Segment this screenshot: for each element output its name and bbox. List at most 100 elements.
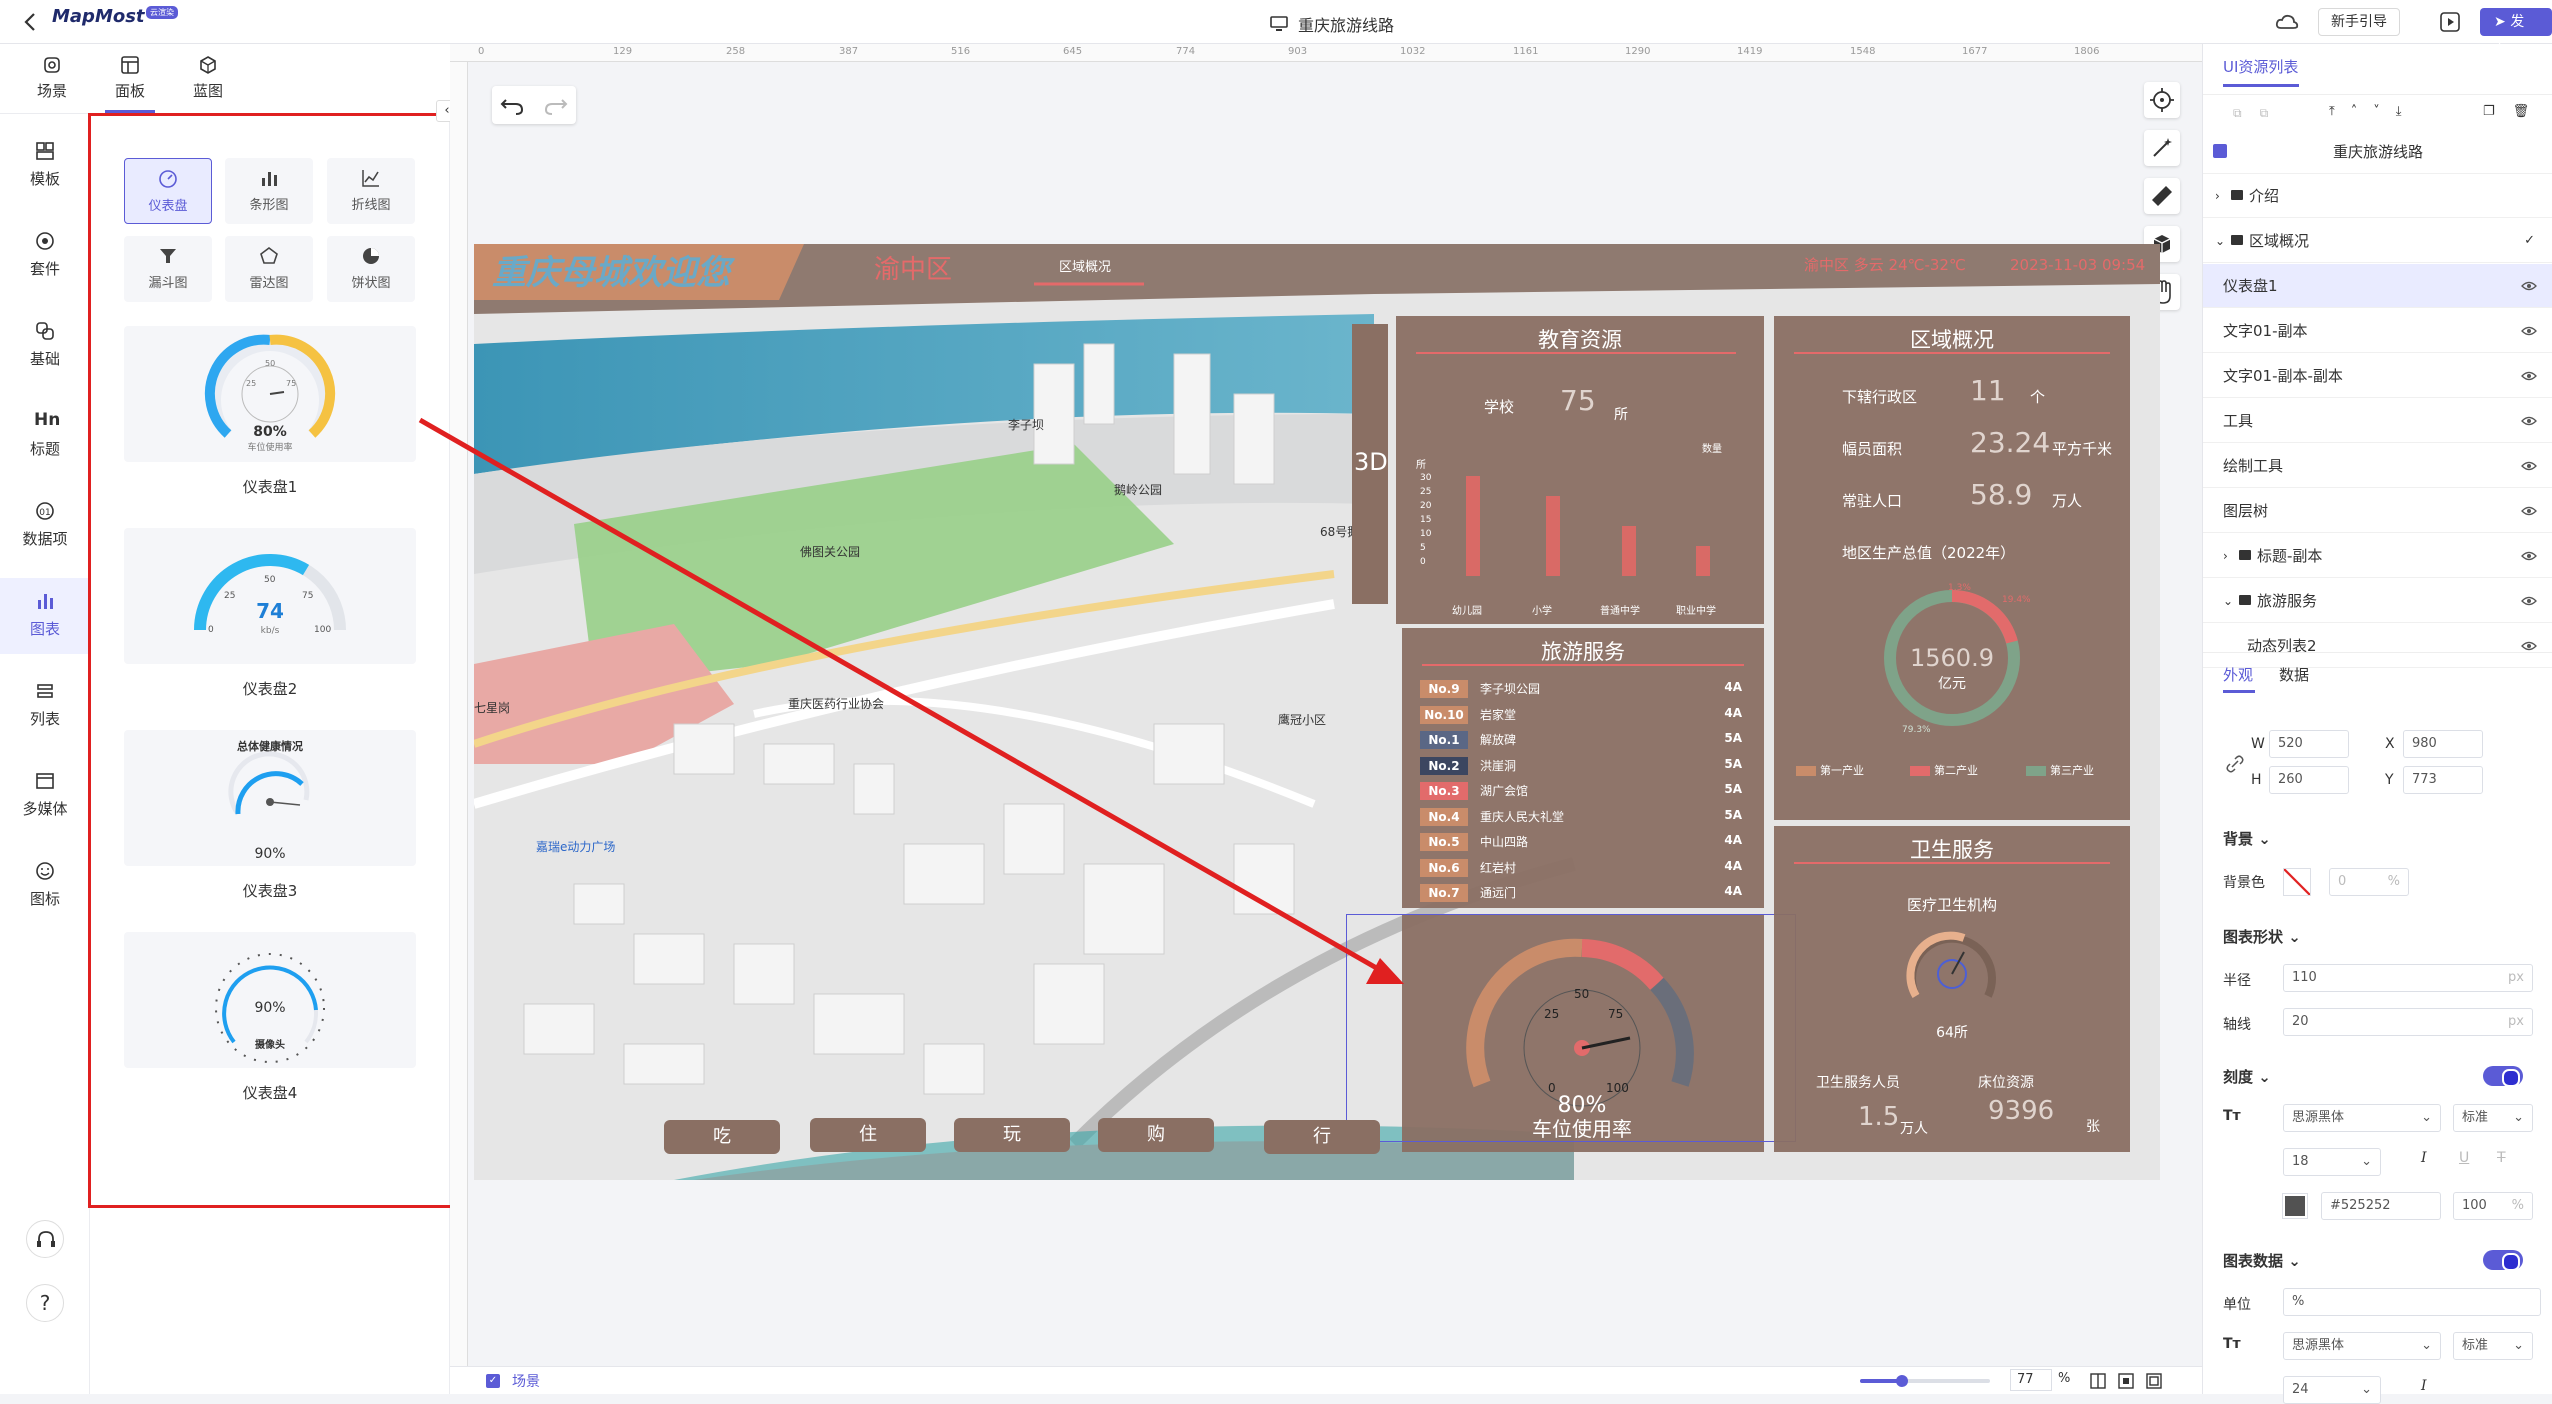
tab-blueprint[interactable]: 蓝图	[168, 54, 248, 101]
font-select-2[interactable]: 思源黑体 ⌄	[2283, 1332, 2441, 1360]
move-bottom-icon[interactable]: ⤓	[2396, 104, 2402, 119]
rail-item-icon[interactable]: 图标	[0, 848, 90, 924]
eye-icon[interactable]	[2521, 278, 2537, 294]
scale-toggle[interactable]	[2483, 1066, 2523, 1087]
paste-icon[interactable]: ⧉	[2260, 106, 2269, 121]
zoom-slider[interactable]	[1860, 1375, 1990, 1387]
publish-button[interactable]: ➤ 发布	[2480, 8, 2552, 58]
unit-input[interactable]: %	[2283, 1288, 2541, 1316]
weight-select[interactable]: 标准 ⌄	[2453, 1104, 2533, 1132]
layer-item[interactable]: 仪表盘1	[2203, 264, 2552, 308]
guide-button[interactable]: 新手引导	[2318, 8, 2400, 36]
fit-width-icon[interactable]	[2090, 1373, 2106, 1389]
height-input[interactable]: 260	[2269, 766, 2349, 794]
tab-data[interactable]: 数据	[2279, 664, 2309, 685]
scene-button-eat[interactable]: 吃	[664, 1120, 780, 1154]
layer-item[interactable]: 文字01-副本-副本	[2203, 354, 2552, 398]
rail-item-kit[interactable]: 套件	[0, 218, 90, 294]
font-size-select-2[interactable]: 24 ⌄	[2283, 1376, 2381, 1404]
duplicate-icon[interactable]: ❐	[2483, 104, 2495, 119]
scene-button-stay[interactable]: 住	[810, 1118, 926, 1152]
chevron-right-icon[interactable]: ›	[2215, 174, 2220, 218]
scale-color-swatch[interactable]	[2282, 1193, 2308, 1219]
rail-item-data[interactable]: 01 数据项	[0, 488, 90, 564]
support-headset-icon[interactable]	[26, 1220, 64, 1258]
chart-data-toggle[interactable]	[2483, 1250, 2523, 1271]
scene-button-shop[interactable]: 购	[1098, 1118, 1214, 1152]
fit-screen-icon[interactable]	[2118, 1373, 2134, 1389]
layer-item[interactable]: ⌄ 区域概况 ✓	[2203, 219, 2552, 263]
italic-icon[interactable]: I	[2421, 1378, 2427, 1394]
layer-root[interactable]: 重庆旅游线路	[2203, 130, 2552, 174]
copy-icon[interactable]: ⧉	[2233, 106, 2242, 121]
scale-color-input[interactable]: #525252	[2321, 1192, 2441, 1220]
ruler-measure-icon[interactable]	[2144, 178, 2180, 214]
back-arrow-icon[interactable]	[20, 10, 42, 34]
fullscreen-icon[interactable]	[2146, 1373, 2162, 1389]
move-up-icon[interactable]: ˄	[2351, 104, 2358, 119]
tab-appearance[interactable]: 外观	[2223, 664, 2253, 685]
layer-item[interactable]: 工具	[2203, 399, 2552, 443]
rail-item-template[interactable]: 模板	[0, 128, 90, 204]
tab-panel[interactable]: 面板	[90, 54, 170, 113]
layer-item[interactable]: 绘制工具	[2203, 444, 2552, 488]
eye-icon[interactable]	[2521, 413, 2537, 429]
x-input[interactable]: 980	[2403, 730, 2483, 758]
weight-select-2[interactable]: 标准 ⌄	[2453, 1332, 2533, 1360]
preview-play-icon[interactable]	[2440, 12, 2460, 32]
layer-item[interactable]: › 标题-副本	[2203, 534, 2552, 578]
chevron-down-icon[interactable]: ⌄	[2215, 219, 2225, 263]
radius-input[interactable]: 110 px	[2283, 964, 2533, 992]
rail-item-list[interactable]: 列表	[0, 668, 90, 744]
chart-shape-section[interactable]: 图表形状 ⌄	[2223, 926, 2301, 947]
help-icon[interactable]: ?	[26, 1284, 64, 1322]
move-top-icon[interactable]: ⤒	[2329, 104, 2335, 119]
undo-icon[interactable]	[492, 86, 534, 124]
rail-item-media[interactable]: 多媒体	[0, 758, 90, 834]
bg-color-swatch[interactable]	[2283, 868, 2311, 896]
bg-opacity-input[interactable]: 0%	[2329, 868, 2409, 896]
eye-icon[interactable]	[2521, 458, 2537, 474]
scene-button-travel[interactable]: 行	[1264, 1120, 1380, 1154]
scene-button-play[interactable]: 玩	[954, 1118, 1070, 1152]
width-input[interactable]: 520	[2269, 730, 2349, 758]
cloud-sync-icon[interactable]	[2275, 12, 2299, 32]
layer-item[interactable]: 文字01-副本	[2203, 309, 2552, 353]
rail-item-basic[interactable]: 基础	[0, 308, 90, 384]
move-down-icon[interactable]: ˅	[2373, 104, 2380, 119]
strikethrough-icon[interactable]: T	[2497, 1150, 2506, 1166]
rail-item-heading[interactable]: Hn 标题	[0, 398, 90, 474]
underline-icon[interactable]: U	[2459, 1150, 2469, 1166]
y-input[interactable]: 773	[2403, 766, 2483, 794]
ui-resource-title[interactable]: UI资源列表	[2223, 56, 2298, 77]
font-size-select[interactable]: 18 ⌄	[2283, 1148, 2381, 1176]
link-ratio-icon[interactable]	[2225, 754, 2245, 774]
scene-preview[interactable]: 重庆母城欢迎您 渝中区 区域概况 渝中区 多云 24℃-32℃ 2023-11-…	[474, 244, 2160, 1180]
layer-item[interactable]: ⌄ 旅游服务	[2203, 579, 2552, 623]
rail-item-chart[interactable]: 图表	[0, 578, 90, 654]
zoom-slider-handle[interactable]	[1896, 1375, 1908, 1387]
chart-data-section[interactable]: 图表数据 ⌄	[2223, 1250, 2301, 1271]
magic-wand-icon[interactable]	[2144, 130, 2180, 166]
chevron-right-icon[interactable]: ›	[2223, 534, 2228, 578]
tab-scene[interactable]: 场景	[12, 54, 92, 101]
chevron-down-icon[interactable]: ⌄	[2223, 579, 2233, 623]
eye-icon[interactable]	[2521, 548, 2537, 564]
delete-icon[interactable]: 🗑	[2513, 104, 2530, 119]
eye-icon[interactable]	[2521, 323, 2537, 339]
axis-input[interactable]: 20 px	[2283, 1008, 2533, 1036]
scale-section[interactable]: 刻度 ⌄	[2223, 1066, 2271, 1087]
zoom-input[interactable]: 77	[2010, 1369, 2052, 1391]
italic-icon[interactable]: I	[2421, 1150, 2427, 1166]
scene-checkbox[interactable]: ✓	[486, 1374, 500, 1388]
eye-icon[interactable]	[2521, 503, 2537, 519]
eye-icon[interactable]	[2521, 368, 2537, 384]
font-select[interactable]: 思源黑体 ⌄	[2283, 1104, 2441, 1132]
layer-item[interactable]: 动态列表2	[2203, 624, 2552, 668]
eye-icon[interactable]	[2521, 593, 2537, 609]
locate-icon[interactable]	[2144, 82, 2180, 118]
layer-item[interactable]: 图层树	[2203, 489, 2552, 533]
background-section[interactable]: 背景 ⌄	[2223, 828, 2271, 849]
scale-opacity-input[interactable]: 100%	[2453, 1192, 2533, 1220]
layer-item[interactable]: › 介绍	[2203, 174, 2552, 218]
